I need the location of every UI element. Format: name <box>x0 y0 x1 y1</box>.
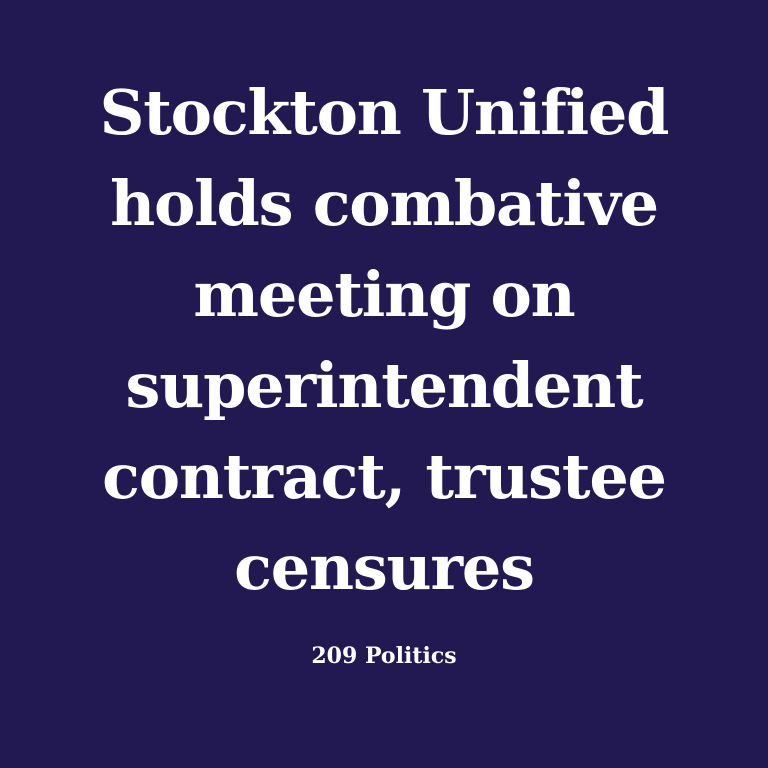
headline-line: meeting on <box>193 258 575 331</box>
headline-line: Stockton Unified <box>99 76 670 149</box>
headline-line: superintendent <box>125 349 644 422</box>
headline: Stockton Unified holds combative meeting… <box>0 67 768 613</box>
headline-line: holds combative <box>110 167 659 240</box>
source-label: 209 Politics <box>311 643 457 669</box>
headline-line: censures <box>234 531 535 604</box>
headline-line: contract, trustee <box>102 440 667 513</box>
article-card: Stockton Unified holds combative meeting… <box>0 0 768 768</box>
